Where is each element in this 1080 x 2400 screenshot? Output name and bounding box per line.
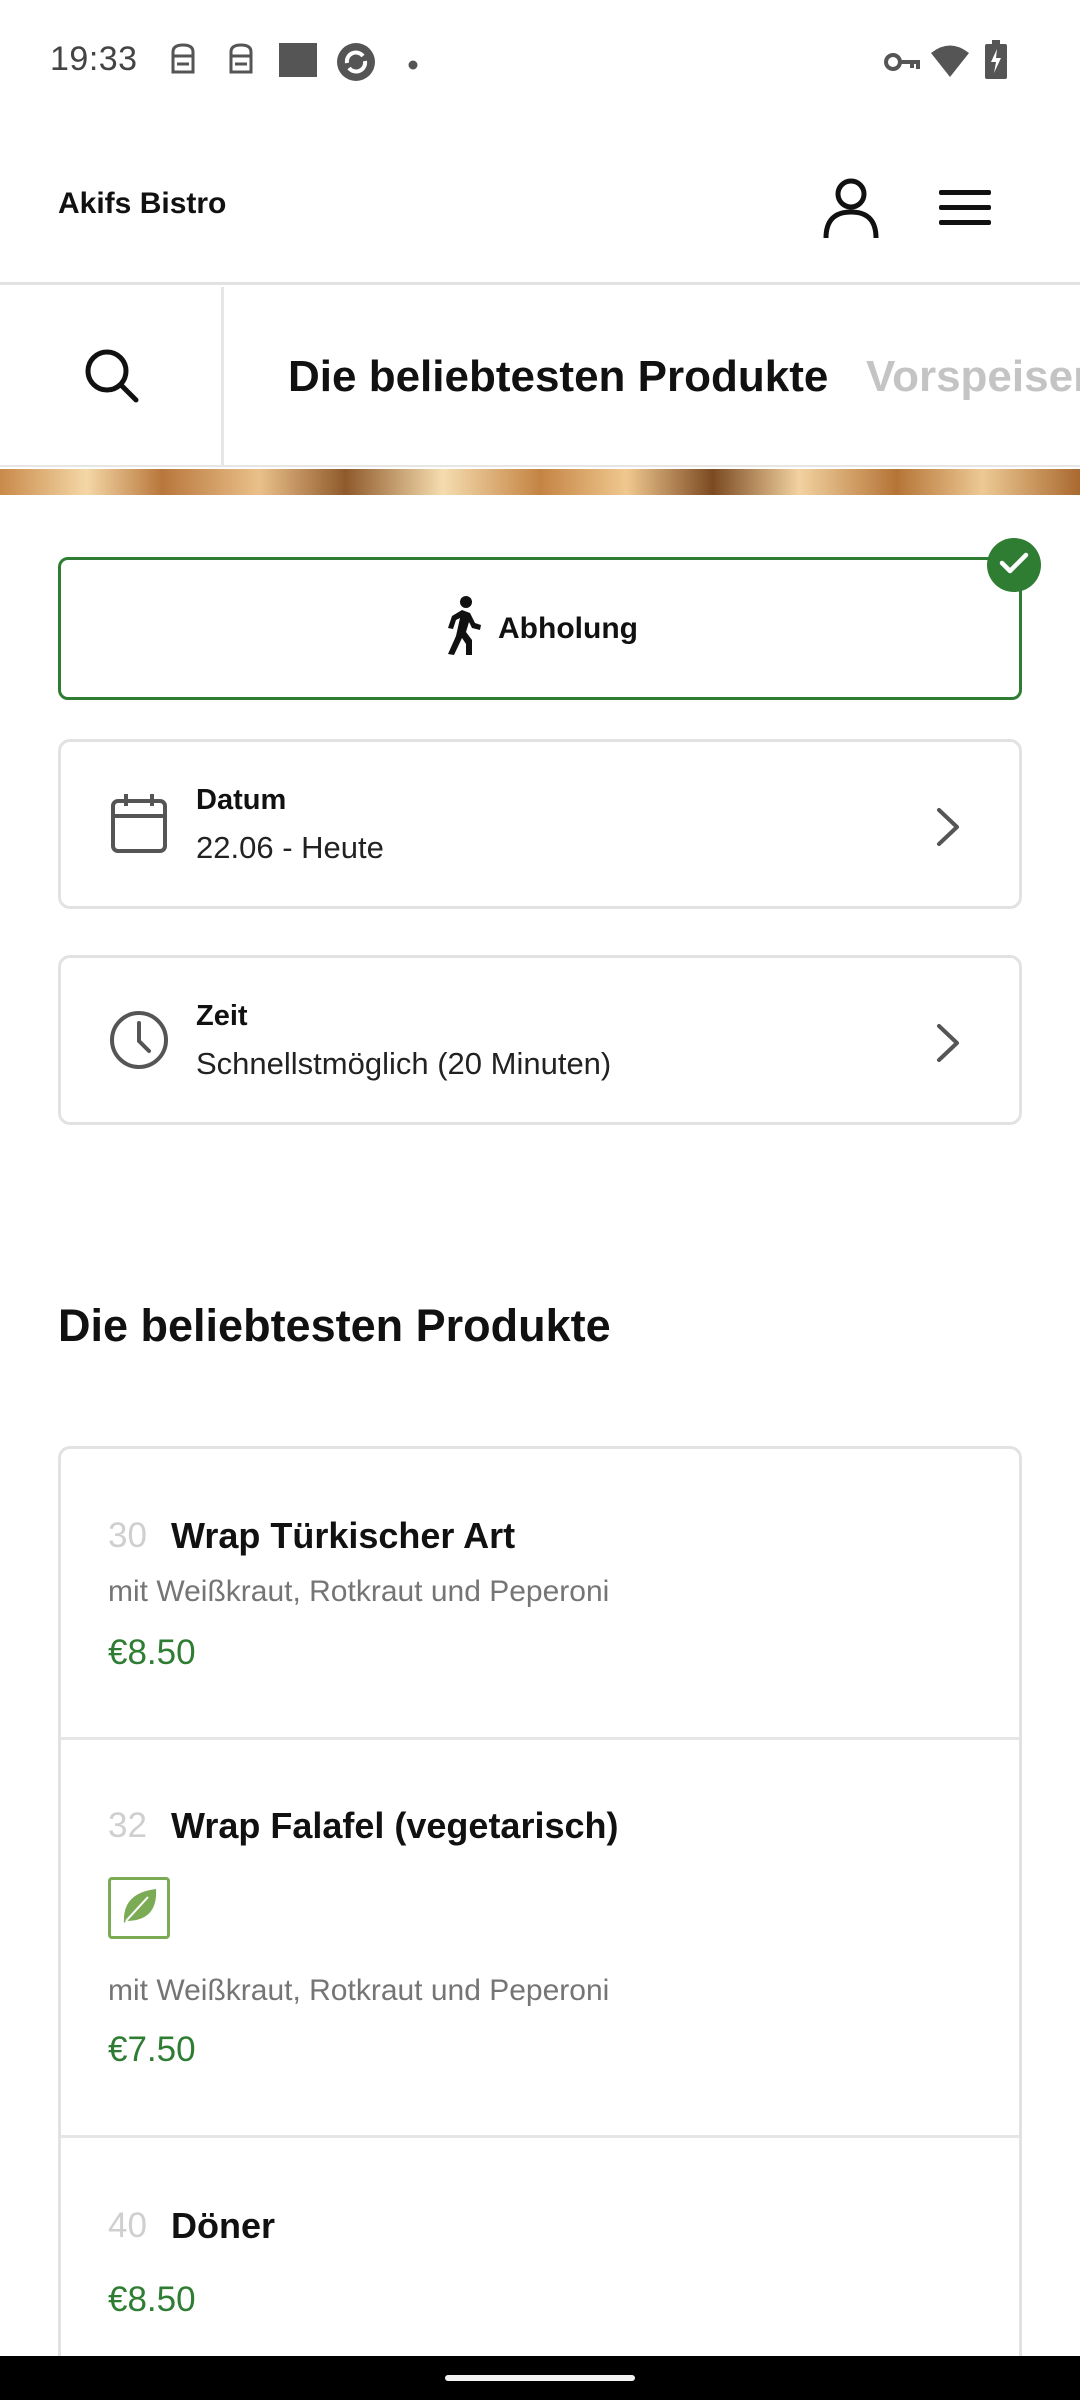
- vegetarian-badge: [108, 1877, 170, 1939]
- time-picker-card[interactable]: Zeit Schnellstmöglich (20 Minuten): [58, 955, 1022, 1125]
- menu-icon: [937, 188, 993, 233]
- app-header: Akifs Bistro: [0, 125, 1080, 285]
- product-item[interactable]: 32 Wrap Falafel (vegetarisch) mit Weißkr…: [61, 1740, 1019, 2138]
- time-value: Schnellstmöglich (20 Minuten): [196, 1046, 612, 1081]
- notification-icon: [226, 42, 256, 81]
- product-price: €8.50: [108, 2280, 196, 2319]
- search-button[interactable]: [0, 287, 224, 465]
- battery-charging-icon: [984, 40, 1008, 85]
- product-item[interactable]: 30 Wrap Türkischer Art mit Weißkraut, Ro…: [61, 1449, 1019, 1740]
- product-price: €7.50: [108, 2030, 196, 2069]
- hero-image: [0, 469, 1080, 495]
- product-name: Wrap Türkischer Art: [171, 1515, 516, 1556]
- category-bar: Die beliebtesten Produkte Vorspeisen: [0, 287, 1080, 467]
- section-title: Die beliebtesten Produkte: [58, 1300, 611, 1351]
- chevron-right-icon: [927, 1020, 967, 1066]
- product-name: Wrap Falafel (vegetarisch): [171, 1805, 619, 1846]
- product-description: mit Weißkraut, Rotkraut und Peperoni: [108, 1575, 610, 1608]
- dot-icon: [408, 57, 418, 75]
- product-number: 30: [108, 1516, 147, 1555]
- product-number: 32: [108, 1806, 147, 1845]
- pickup-option-button[interactable]: Abholung: [58, 557, 1022, 700]
- image-icon: [278, 42, 318, 83]
- search-icon: [83, 347, 139, 408]
- calendar-icon: [107, 792, 171, 856]
- time-title: Zeit: [196, 1000, 248, 1032]
- product-item[interactable]: 40 Döner €8.50: [61, 2138, 1019, 2356]
- product-number: 40: [108, 2206, 147, 2245]
- chevron-right-icon: [927, 804, 967, 850]
- product-list: 30 Wrap Türkischer Art mit Weißkraut, Ro…: [58, 1446, 1022, 2356]
- status-bar: 19:33: [0, 0, 1080, 125]
- status-time: 19:33: [50, 40, 138, 78]
- tab-popular-products[interactable]: Die beliebtesten Produkte: [288, 287, 828, 465]
- date-picker-card[interactable]: Datum 22.06 - Heute: [58, 739, 1022, 909]
- vpn-key-icon: [884, 50, 920, 79]
- walking-icon: [442, 596, 484, 661]
- home-gesture-handle[interactable]: [445, 2375, 635, 2381]
- sync-icon: [336, 42, 376, 87]
- date-title: Datum: [196, 784, 287, 816]
- wifi-icon: [930, 44, 970, 83]
- date-value: 22.06 - Heute: [196, 830, 384, 865]
- check-icon: [999, 551, 1029, 580]
- product-name: Döner: [171, 2205, 276, 2246]
- notification-icon: [168, 42, 198, 81]
- system-nav-bar: [0, 2356, 1080, 2400]
- pickup-label: Abholung: [498, 611, 638, 645]
- menu-button[interactable]: [925, 170, 1005, 250]
- selected-check-badge: [987, 538, 1041, 592]
- tab-starters[interactable]: Vorspeisen: [866, 287, 1080, 465]
- leaf-icon: [118, 1885, 160, 1932]
- product-price: €8.50: [108, 1633, 196, 1672]
- product-description: mit Weißkraut, Rotkraut und Peperoni: [108, 1974, 610, 2007]
- brand-name[interactable]: Akifs Bistro: [58, 187, 226, 221]
- account-button[interactable]: [811, 170, 891, 250]
- clock-icon: [107, 1008, 171, 1072]
- user-icon: [821, 176, 881, 245]
